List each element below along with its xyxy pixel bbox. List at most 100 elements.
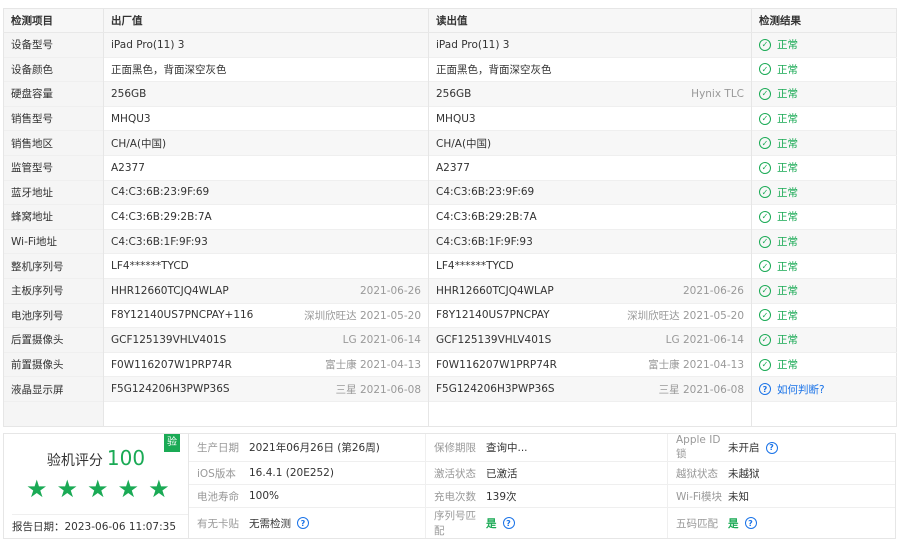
info-value: 未知 <box>728 490 749 503</box>
question-circle-icon[interactable]: ? <box>297 517 309 529</box>
device-info-grid: 生产日期 2021年06月26日 (第26周) 保修期限 查询中... Apple ID… <box>189 434 895 538</box>
info-cell: 充电次数 139次 <box>426 485 668 508</box>
check-circle-icon: ✓ <box>759 260 771 273</box>
check-circle-icon: ✓ <box>759 186 771 199</box>
result-cell: ✓ 正常 <box>751 32 897 58</box>
question-circle-icon: ? <box>759 383 771 396</box>
table-empty-row <box>3 400 897 427</box>
status-normal: ✓ 正常 <box>759 308 889 323</box>
status-normal: ✓ 正常 <box>759 37 889 52</box>
table-row: 蓝牙地址 C4:C3:6B:23:9F:69 C4:C3:6B:23:9F:69 ✓ 正… <box>3 179 897 205</box>
factory-value: MHQU3 <box>111 112 151 125</box>
star-icon: ★ <box>56 475 79 503</box>
read-value: LF4******TYCD <box>436 260 514 273</box>
table-row: 后置摄像头 GCF125139VHLV401S LG 2021-06-14 GCF12… <box>3 327 897 353</box>
factory-value-cell: C4:C3:6B:29:2B:7A <box>103 204 429 230</box>
table-row: 主板序列号 HHR12660TCJQ4WLAP 2021-06-26 HHR12660… <box>3 277 897 304</box>
read-value-cell: CH/A(中国) <box>428 130 752 156</box>
factory-value: C4:C3:6B:29:2B:7A <box>111 210 212 223</box>
factory-value-cell: A2377 <box>103 154 429 181</box>
info-value: 未开启 <box>728 442 760 454</box>
factory-value: GCF125139VHLV401S <box>111 333 227 346</box>
info-value: 2021年06月26日 (第26周) <box>249 442 380 454</box>
item-label: 后置摄像头 <box>3 327 104 353</box>
factory-value-cell: 正面黑色，背面深空灰色 <box>103 56 429 82</box>
info-cell: 五码匹配是? <box>668 508 895 538</box>
how-to-judge-link[interactable]: ? 如何判断? <box>759 382 889 397</box>
item-label: Wi-Fi地址 <box>3 228 104 254</box>
result-cell: ✓ 正常 <box>751 302 897 328</box>
info-key: 充电次数 <box>434 490 476 503</box>
score-panel: 验 验机评分 100 ★ ★ ★ ★ ★ 报告日期：2023-06-06 11:07:35 <box>4 434 189 538</box>
read-value: 256GB <box>436 87 472 100</box>
check-circle-icon: ✓ <box>759 137 771 150</box>
info-key: 保修期限 <box>434 442 476 454</box>
star-icon: ★ <box>148 475 170 503</box>
star-icon: ★ <box>87 475 109 503</box>
table-row: 销售地区 CH/A(中国) CH/A(中国) ✓ 正常 <box>3 130 897 156</box>
question-circle-icon[interactable]: ? <box>502 517 515 529</box>
item-label: 监管型号 <box>3 154 104 181</box>
component-meta: 深圳欣旺达 2021-05-20 <box>304 309 421 322</box>
question-circle-icon[interactable]: ? <box>744 517 757 529</box>
factory-value-cell: HHR12660TCJQ4WLAP 2021-06-26 <box>103 277 429 304</box>
report-date: 报告日期：2023-06-06 11:07:35 <box>12 514 188 538</box>
read-value: C4:C3:6B:23:9F:69 <box>436 186 535 199</box>
factory-value-cell: MHQU3 <box>103 105 429 131</box>
info-cell: Apple ID锁 未开启? <box>668 434 895 462</box>
info-value: 未越狱 <box>728 467 760 480</box>
read-value-cell: 正面黑色，背面深空灰色 <box>428 56 752 82</box>
check-circle-icon: ✓ <box>759 63 771 76</box>
status-normal: ✓ 正常 <box>759 111 889 126</box>
item-label: 销售地区 <box>3 130 104 156</box>
result-cell: ✓ 正常 <box>751 130 897 156</box>
factory-value: CH/A(中国) <box>111 137 167 150</box>
info-key: Apple ID锁 <box>676 434 721 460</box>
item-label: 整机序列号 <box>3 253 104 279</box>
read-value: F5G124206H3PWP36S <box>436 383 555 396</box>
info-key: 五码匹配 <box>676 517 718 530</box>
component-meta: 富士康 2021-04-13 <box>648 359 744 372</box>
check-circle-icon: ✓ <box>759 112 771 125</box>
status-text: 正常 <box>777 88 798 101</box>
factory-value: 256GB <box>111 87 147 100</box>
factory-value: iPad Pro(11) 3 <box>111 38 185 51</box>
component-meta: 富士康 2021-04-13 <box>325 359 421 372</box>
status-text: 正常 <box>777 260 798 273</box>
info-value: 16.4.1 (20E252) <box>249 467 334 479</box>
info-cell: 生产日期 2021年06月26日 (第26周) <box>189 434 426 462</box>
header-read-value: 读出值 <box>428 8 752 33</box>
read-value-cell: 256GB Hynix TLC <box>428 81 752 107</box>
result-cell: ✓ 正常 <box>751 327 897 353</box>
info-key: 越狱状态 <box>676 467 718 480</box>
read-value-cell: MHQU3 <box>428 105 752 131</box>
status-text: 正常 <box>777 137 798 150</box>
factory-value: F8Y12140US7PNCPAY+116 <box>111 309 254 322</box>
status-text: 正常 <box>777 236 798 249</box>
table-row: 整机序列号 LF4******TYCD LF4******TYCD ✓ 正常 <box>3 253 897 279</box>
check-circle-icon: ✓ <box>759 235 771 248</box>
factory-value: HHR12660TCJQ4WLAP <box>111 284 229 297</box>
read-value: A2377 <box>436 161 470 174</box>
score-label: 验机评分 <box>46 453 103 469</box>
info-value: 是 <box>728 517 739 530</box>
result-cell: ✓ 正常 <box>751 179 897 205</box>
info-key: 激活状态 <box>434 467 476 480</box>
item-label: 主板序列号 <box>3 277 104 304</box>
component-meta: 深圳欣旺达 2021-05-20 <box>627 309 744 322</box>
result-cell: ✓ 正常 <box>751 105 897 131</box>
table-row: 监管型号 A2377 A2377 ✓ 正常 <box>3 154 897 181</box>
check-circle-icon: ✓ <box>759 284 771 297</box>
read-value: CH/A(中国) <box>436 137 492 150</box>
read-value-cell: C4:C3:6B:29:2B:7A <box>428 204 752 230</box>
score-line: 验机评分 100 <box>4 446 188 470</box>
header-result: 检测结果 <box>751 8 897 33</box>
table-row: 设备型号 iPad Pro(11) 3 iPad Pro(11) 3 ✓ 正常 <box>3 32 897 58</box>
status-text: 正常 <box>777 309 798 322</box>
read-value-cell: F8Y12140US7PNCPAY 深圳欣旺达 2021-05-20 <box>428 302 752 328</box>
factory-value: C4:C3:6B:23:9F:69 <box>111 186 210 199</box>
item-label: 硬盘容量 <box>3 81 104 107</box>
read-value-cell: C4:C3:6B:1F:9F:93 <box>428 228 752 254</box>
question-circle-icon[interactable]: ? <box>765 441 778 454</box>
read-value-cell: iPad Pro(11) 3 <box>428 32 752 58</box>
